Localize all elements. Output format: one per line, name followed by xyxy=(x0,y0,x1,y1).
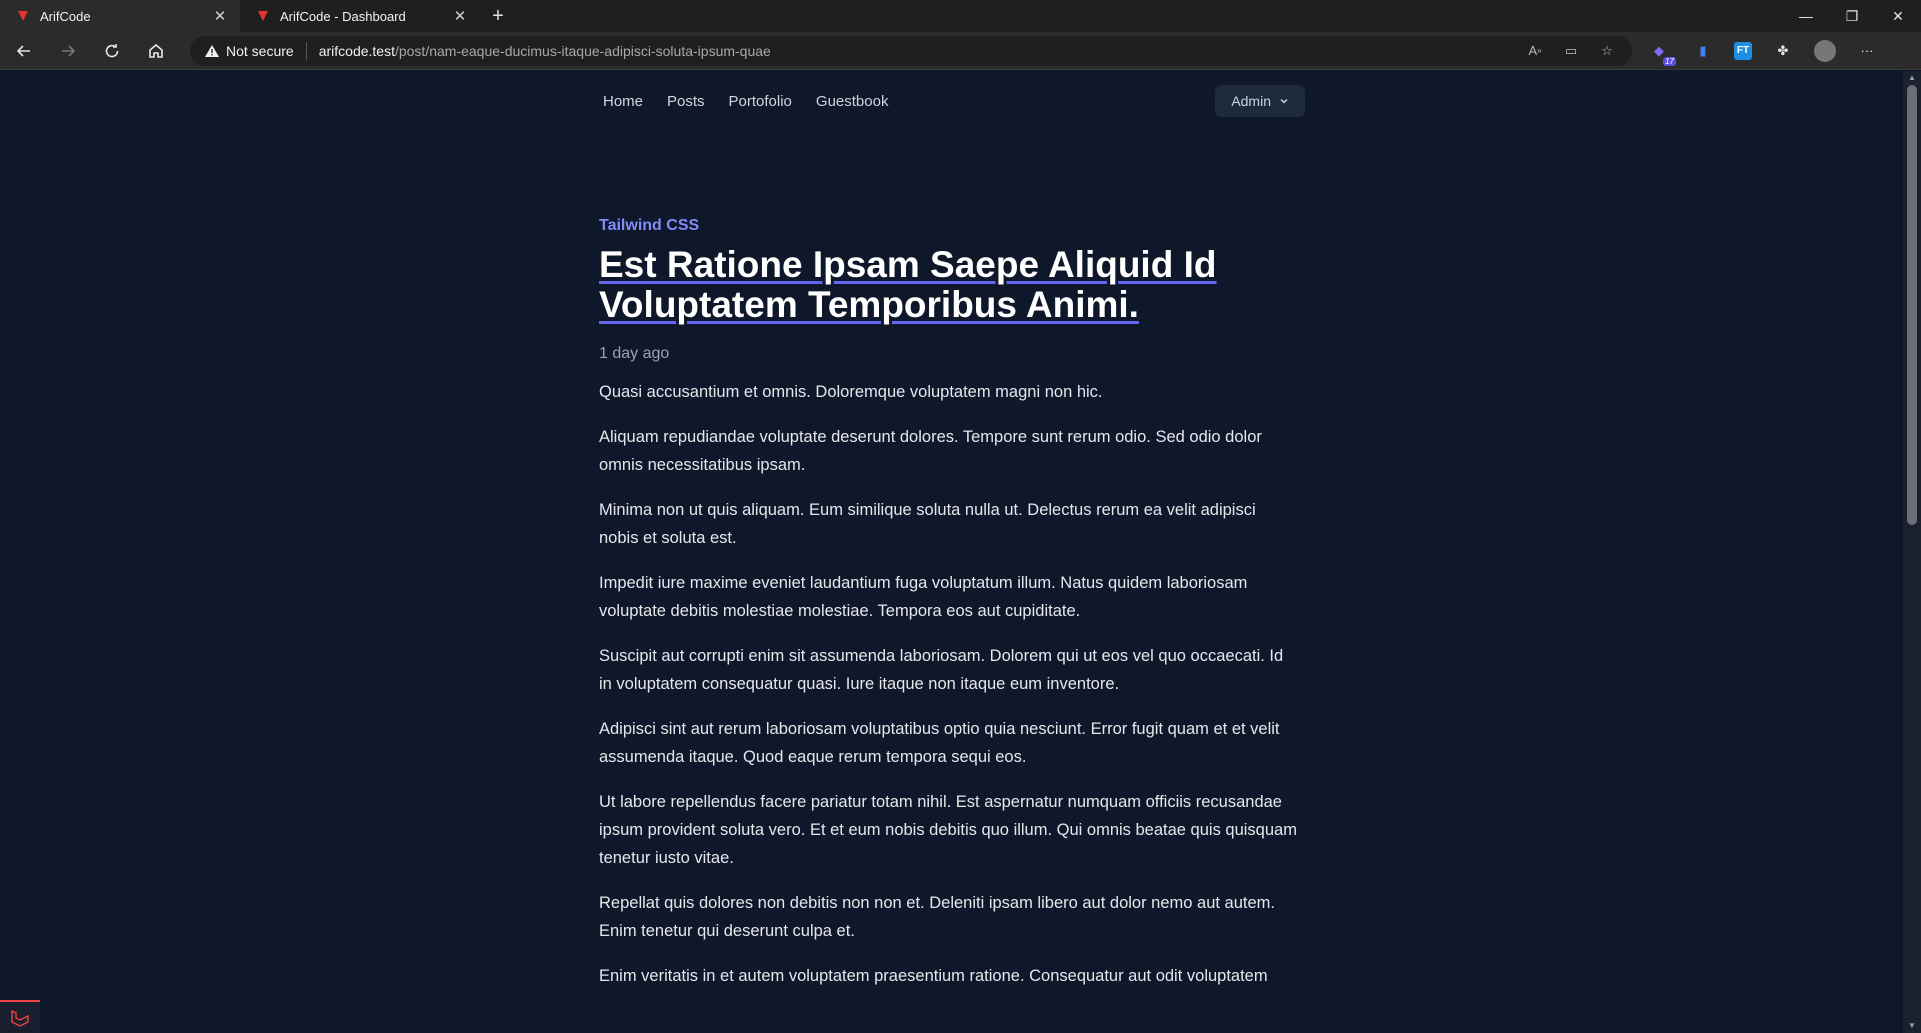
post-paragraph: Quasi accusantium et omnis. Doloremque v… xyxy=(599,383,1103,401)
post-article: Tailwind CSS Est Ratione Ipsam Saepe Ali… xyxy=(599,217,1299,990)
laravel-logo-icon xyxy=(11,1009,29,1027)
laravel-favicon-icon xyxy=(256,9,270,23)
security-indicator[interactable]: Not secure xyxy=(204,41,307,60)
extension-blue-icon[interactable]: ▮ xyxy=(1690,38,1716,64)
post-paragraph: Ut labore repellendus facere pariatur to… xyxy=(599,793,1297,867)
new-tab-button[interactable]: + xyxy=(484,0,512,32)
post-paragraph: Adipisci sint aut rerum laboriosam volup… xyxy=(599,720,1280,766)
address-bar-actions: A» ▭ ☆ xyxy=(1526,42,1632,60)
post-paragraph: Repellat quis dolores non debitis non no… xyxy=(599,894,1275,940)
tab-title: ArifCode xyxy=(40,8,91,24)
scrollbar-thumb[interactable] xyxy=(1907,85,1917,525)
reload-icon xyxy=(105,43,119,57)
scroll-down-icon[interactable]: ▼ xyxy=(1907,1021,1917,1031)
post-paragraph: Minima non ut quis aliquam. Eum similiqu… xyxy=(599,501,1256,547)
home-icon xyxy=(149,43,163,58)
nav-link-portofolio[interactable]: Portofolio xyxy=(719,87,802,116)
minimize-icon[interactable]: — xyxy=(1783,0,1829,32)
reload-button[interactable] xyxy=(92,35,132,67)
more-menu-icon[interactable]: ··· xyxy=(1854,38,1880,64)
extension-purple-icon[interactable]: ◆ 17 xyxy=(1646,38,1676,66)
post-body: Quasi accusantium et omnis. Doloremque v… xyxy=(599,378,1299,990)
page-viewport: Home Posts Portofolio Guestbook Admin Ta… xyxy=(0,71,1903,1033)
forward-arrow-icon xyxy=(62,44,76,57)
post-timestamp: 1 day ago xyxy=(599,345,670,362)
url-text: arifcode.test/post/nam-eaque-ducimus-ita… xyxy=(307,43,771,59)
post-paragraph: Suscipit aut corrupti enim sit assumenda… xyxy=(599,647,1284,693)
window-controls: — ❐ ✕ xyxy=(1783,0,1921,32)
back-arrow-icon xyxy=(16,44,30,57)
profile-avatar[interactable] xyxy=(1814,39,1836,62)
post-paragraph: Enim veritatis in et autem voluptatem pr… xyxy=(599,967,1268,985)
browser-tab-dashboard[interactable]: ArifCode - Dashboard ✕ xyxy=(240,0,480,32)
extension-translate-icon[interactable]: FT xyxy=(1734,41,1752,60)
close-tab-icon[interactable]: ✕ xyxy=(450,6,470,26)
extension-badge: 17 xyxy=(1663,56,1676,66)
post-category[interactable]: Tailwind CSS xyxy=(599,217,1299,235)
nav-link-guestbook[interactable]: Guestbook xyxy=(806,87,899,116)
post-paragraph: Impedit iure maxime eveniet laudantium f… xyxy=(599,574,1248,620)
security-label: Not secure xyxy=(226,42,294,59)
browser-toolbar: Not secure arifcode.test/post/nam-eaque-… xyxy=(0,32,1921,70)
home-button[interactable] xyxy=(136,35,176,67)
admin-label: Admin xyxy=(1231,93,1271,109)
post-title[interactable]: Est Ratione Ipsam Saepe Aliquid Id Volup… xyxy=(599,245,1299,325)
site-nav: Home Posts Portofolio Guestbook Admin xyxy=(589,83,1305,119)
add-favorite-icon[interactable]: ☆ xyxy=(1598,42,1616,60)
forward-button[interactable] xyxy=(48,35,88,67)
post-paragraph: Aliquam repudiandae voluptate deserunt d… xyxy=(599,428,1262,474)
close-window-icon[interactable]: ✕ xyxy=(1875,0,1921,32)
url-host: arifcode.test xyxy=(318,42,395,59)
chevron-down-icon xyxy=(1280,98,1288,104)
browser-tab-arifcode[interactable]: ArifCode ✕ xyxy=(0,0,240,32)
extensions-puzzle-icon[interactable]: ✤ xyxy=(1770,38,1796,64)
nav-link-home[interactable]: Home xyxy=(589,87,653,116)
scroll-up-icon[interactable]: ▲ xyxy=(1907,73,1917,83)
restore-icon[interactable]: ❐ xyxy=(1829,0,1875,32)
immersive-reader-icon[interactable]: ▭ xyxy=(1562,42,1580,60)
address-bar[interactable]: Not secure arifcode.test/post/nam-eaque-… xyxy=(190,35,1632,66)
extensions-area: ◆ 17 ▮ FT ✤ ··· xyxy=(1646,38,1880,66)
tab-strip: ArifCode ✕ ArifCode - Dashboard ✕ + — ❐ … xyxy=(0,0,1921,32)
nav-link-posts[interactable]: Posts xyxy=(657,87,715,116)
debugbar-toggle[interactable] xyxy=(0,1000,40,1033)
admin-dropdown[interactable]: Admin xyxy=(1215,85,1305,117)
back-button[interactable] xyxy=(4,35,44,67)
laravel-favicon-icon xyxy=(16,9,30,23)
read-aloud-icon[interactable]: A» xyxy=(1526,42,1544,60)
warning-icon xyxy=(205,44,219,57)
url-path: /post/nam-eaque-ducimus-itaque-adipisci-… xyxy=(394,42,771,59)
page-scrollbar[interactable]: ▲ ▼ xyxy=(1903,71,1921,1033)
close-tab-icon[interactable]: ✕ xyxy=(210,6,230,26)
tab-title: ArifCode - Dashboard xyxy=(280,8,406,24)
